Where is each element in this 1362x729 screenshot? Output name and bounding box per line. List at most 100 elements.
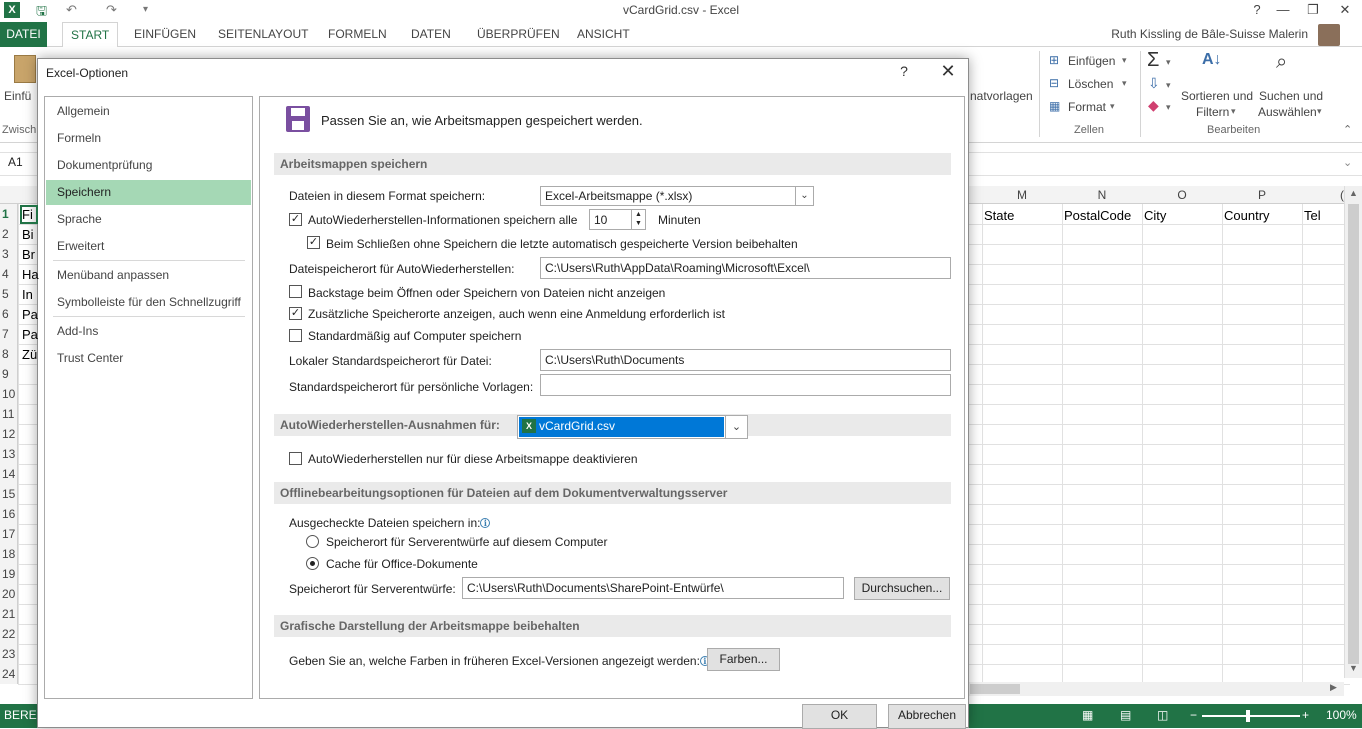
col-header-n[interactable]: N xyxy=(1062,188,1142,202)
row-header[interactable]: 8 xyxy=(0,347,18,361)
cancel-button[interactable]: Abbrechen xyxy=(888,704,966,729)
user-name[interactable]: Ruth Kissling de Bâle-Suisse Malerin xyxy=(1111,27,1308,41)
server-drafts-location-input[interactable]: C:\Users\Ruth\Documents\SharePoint-Entwü… xyxy=(462,577,844,599)
row-header[interactable]: 21 xyxy=(0,607,18,621)
restore-icon[interactable]: ❐ xyxy=(1298,0,1328,20)
col-header-p[interactable]: P xyxy=(1222,188,1302,202)
default-computer-checkbox[interactable] xyxy=(289,329,302,342)
disable-autorecover-checkbox[interactable] xyxy=(289,452,302,465)
clear-icon[interactable]: ◆ xyxy=(1148,97,1159,114)
cell-tel[interactable]: Tel xyxy=(1304,208,1321,223)
cell-a[interactable]: Br xyxy=(22,247,35,262)
zoom-slider[interactable] xyxy=(1202,715,1300,717)
nav-allgemein[interactable]: Allgemein xyxy=(46,99,251,124)
nav-dokumentpruefung[interactable]: Dokumentprüfung xyxy=(46,153,251,178)
row-header[interactable]: 13 xyxy=(0,447,18,461)
dialog-help-button[interactable]: ? xyxy=(894,63,914,79)
dialog-close-button[interactable]: ✕ xyxy=(936,61,960,82)
cell-city[interactable]: City xyxy=(1144,208,1166,223)
close-window-icon[interactable]: ✕ xyxy=(1330,0,1360,20)
nav-menueband[interactable]: Menüband anpassen xyxy=(46,263,251,288)
cell-postalcode[interactable]: PostalCode xyxy=(1064,208,1131,223)
row-header[interactable]: 12 xyxy=(0,427,18,441)
zoom-out-icon[interactable]: − xyxy=(1190,708,1197,722)
nav-formeln[interactable]: Formeln xyxy=(46,126,251,151)
row-header[interactable]: 6 xyxy=(0,307,18,321)
col-header-q[interactable]: ( xyxy=(1302,188,1344,202)
row-header[interactable]: 5 xyxy=(0,287,18,301)
row-header[interactable]: 7 xyxy=(0,327,18,341)
nav-add-ins[interactable]: Add-Ins xyxy=(46,319,251,344)
templates-input[interactable] xyxy=(540,374,951,396)
spin-down-icon[interactable]: ▼ xyxy=(631,219,645,229)
tab-ueberpruefen[interactable]: ÜBERPRÜFEN xyxy=(477,27,560,41)
autorecover-minutes-input[interactable]: 10 xyxy=(594,213,607,227)
row-header[interactable]: 19 xyxy=(0,567,18,581)
office-cache-radio[interactable] xyxy=(306,557,319,570)
row-header[interactable]: 4 xyxy=(0,267,18,281)
find-select-label-2[interactable]: Auswählen xyxy=(1258,105,1317,119)
format-select[interactable]: Excel-Arbeitsmappe (*.xlsx) ⌄ xyxy=(540,186,814,206)
browse-button[interactable]: Durchsuchen... xyxy=(854,577,950,600)
autorecover-exception-select[interactable]: X vCardGrid.csv ⌄ xyxy=(517,415,748,439)
cell-a[interactable]: Ha xyxy=(22,267,39,282)
row-header[interactable]: 20 xyxy=(0,587,18,601)
server-drafts-radio[interactable] xyxy=(306,535,319,548)
autorecover-checkbox[interactable]: ✓ xyxy=(289,213,302,226)
info-icon[interactable]: i xyxy=(480,518,491,528)
sort-filter-icon[interactable]: A↓ xyxy=(1202,51,1222,69)
row-header[interactable]: 24 xyxy=(0,667,18,681)
cell-a[interactable]: Pa xyxy=(22,307,38,322)
row-header[interactable]: 11 xyxy=(0,407,18,421)
autorecover-minutes-stepper[interactable]: 10 ▲ ▼ xyxy=(589,209,646,230)
insert-cells-button[interactable]: Einfügen xyxy=(1068,54,1115,68)
sort-filter-label-2[interactable]: Filtern xyxy=(1196,105,1229,119)
avatar[interactable] xyxy=(1318,24,1340,46)
normal-view-icon[interactable]: ▦ xyxy=(1082,708,1093,722)
cell-a[interactable]: Pa xyxy=(22,327,38,342)
col-header-m[interactable]: M xyxy=(982,188,1062,202)
spin-up-icon[interactable]: ▲ xyxy=(631,210,645,219)
fill-icon[interactable]: ⇩ xyxy=(1148,75,1160,92)
row-header[interactable]: 18 xyxy=(0,547,18,561)
row-header[interactable]: 3 xyxy=(0,247,18,261)
paste-icon[interactable] xyxy=(14,55,36,83)
horizontal-scrollbar[interactable]: ▶ xyxy=(960,682,1344,696)
tab-daten[interactable]: DATEN xyxy=(411,27,451,41)
nav-trust-center[interactable]: Trust Center xyxy=(46,346,251,371)
autorecover-location-input[interactable]: C:\Users\Ruth\AppData\Roaming\Microsoft\… xyxy=(540,257,951,279)
row-header[interactable]: 14 xyxy=(0,467,18,481)
row-header[interactable]: 1 xyxy=(0,207,18,221)
tab-formeln[interactable]: FORMELN xyxy=(328,27,387,41)
row-header[interactable]: 15 xyxy=(0,487,18,501)
find-select-label-1[interactable]: Suchen und xyxy=(1259,89,1323,103)
cell-country[interactable]: Country xyxy=(1224,208,1270,223)
tab-start[interactable]: START xyxy=(62,22,119,48)
sort-filter-label-1[interactable]: Sortieren und xyxy=(1181,89,1253,103)
cell-a[interactable]: Zü xyxy=(22,347,37,362)
row-header[interactable]: 2 xyxy=(0,227,18,241)
keep-last-version-checkbox[interactable]: ✓ xyxy=(307,236,320,249)
format-cells-button[interactable]: Format xyxy=(1068,100,1106,114)
tab-seitenlayout[interactable]: SEITENLAYOUT xyxy=(218,27,308,41)
zoom-slider-thumb[interactable] xyxy=(1246,710,1250,722)
colors-button[interactable]: Farben... xyxy=(707,648,780,671)
nav-schnellzugriff[interactable]: Symbolleiste für den Schnellzugriff xyxy=(46,290,251,315)
ok-button[interactable]: OK xyxy=(802,704,877,729)
name-box[interactable]: A1 xyxy=(0,155,38,169)
nav-erweitert[interactable]: Erweitert xyxy=(46,234,251,259)
cell-a[interactable]: Bi xyxy=(22,227,34,242)
local-default-input[interactable]: C:\Users\Ruth\Documents xyxy=(540,349,951,371)
zoom-level[interactable]: 100% xyxy=(1326,708,1357,722)
tab-ansicht[interactable]: ANSICHT xyxy=(577,27,630,41)
row-header[interactable]: 17 xyxy=(0,527,18,541)
tab-einfuegen[interactable]: EINFÜGEN xyxy=(134,27,196,41)
chevron-down-icon[interactable]: ⌄ xyxy=(725,416,747,438)
row-header[interactable]: 22 xyxy=(0,627,18,641)
scroll-right-icon[interactable]: ▶ xyxy=(1330,682,1337,693)
hscroll-thumb[interactable] xyxy=(970,684,1020,694)
scroll-down-icon[interactable]: ▼ xyxy=(1349,663,1358,673)
binoculars-icon[interactable]: ⌕ xyxy=(1276,51,1287,74)
col-header-o[interactable]: O xyxy=(1142,188,1222,202)
delete-cells-button[interactable]: Löschen xyxy=(1068,77,1113,91)
